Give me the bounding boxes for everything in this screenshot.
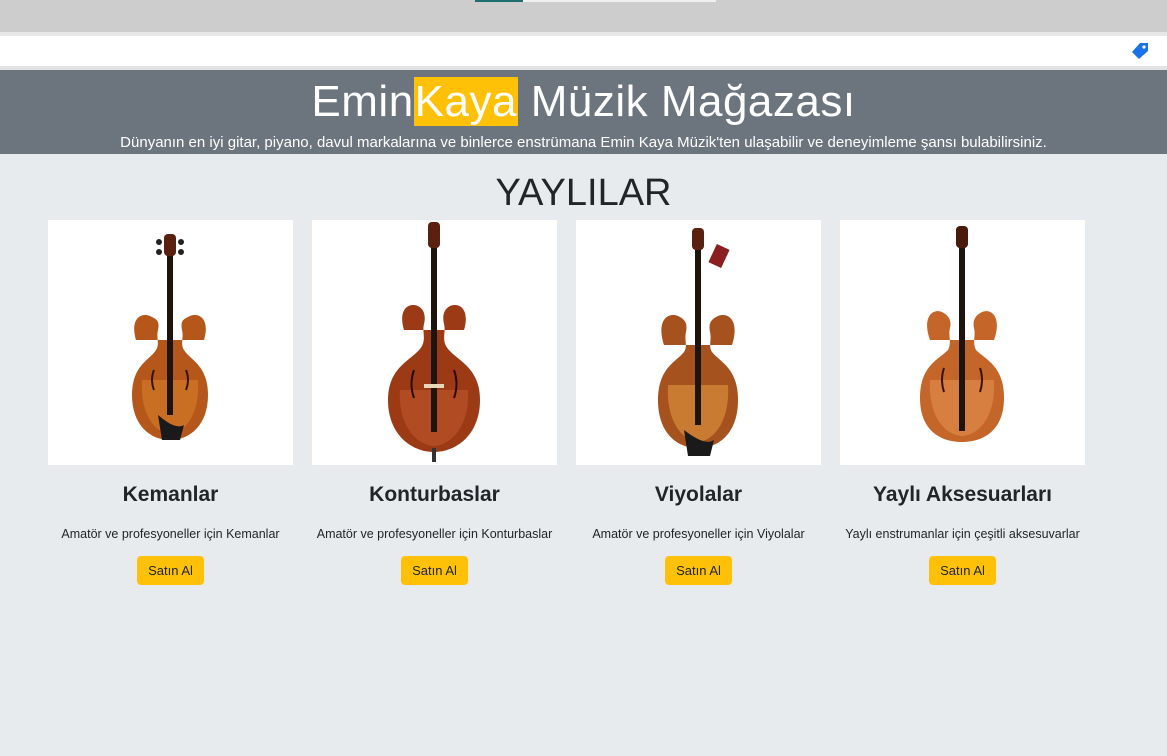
- product-card-yayli-aksesuarlari: Yaylı Aksesuarları Yaylı enstrumanlar iç…: [840, 220, 1085, 585]
- buy-button-viyolalar[interactable]: Satın Al: [665, 556, 732, 585]
- product-card-konturbaslar: Konturbaslar Amatör ve profesyoneller iç…: [312, 220, 557, 585]
- title-part-emin: Emin: [311, 77, 414, 126]
- tag-icon[interactable]: [1131, 42, 1149, 60]
- card-description: Amatör ve profesyoneller için Viyolalar: [592, 527, 805, 541]
- card-title: Yaylı Aksesuarları: [872, 483, 1052, 506]
- violin-image[interactable]: [48, 220, 293, 465]
- product-card-kemanlar: Kemanlar Amatör ve profesyoneller için K…: [48, 220, 293, 585]
- card-description: Amatör ve profesyoneller için Konturbasl…: [316, 527, 553, 541]
- site-subtitle: Dünyanın en iyi gitar, piyano, davul mar…: [120, 134, 1047, 151]
- buy-button-yayli-aksesuarlari[interactable]: Satın Al: [929, 556, 996, 585]
- browser-top-bar: [0, 0, 1167, 32]
- hero-banner: EminKaya Müzik Mağazası Dünyanın en iyi …: [0, 70, 1167, 154]
- card-description: Amatör ve profesyoneller için Kemanlar: [61, 527, 280, 541]
- section-title: YAYLILAR: [495, 172, 672, 214]
- card-title: Viyolalar: [654, 483, 743, 506]
- double-bass-image[interactable]: [312, 220, 557, 465]
- card-title: Konturbaslar: [369, 483, 500, 506]
- cello-image[interactable]: [840, 220, 1085, 465]
- card-description: Yaylı enstrumanlar için çeşitli aksesuva…: [845, 527, 1080, 541]
- viola-image[interactable]: [576, 220, 821, 465]
- product-card-viyolalar: Viyolalar Amatör ve profesyoneller için …: [576, 220, 821, 585]
- address-bar: [0, 36, 1167, 70]
- title-part-rest: Müzik Mağazası: [517, 77, 856, 126]
- tab-strip: [523, 0, 716, 2]
- buy-button-kemanlar[interactable]: Satın Al: [137, 556, 204, 585]
- title-highlight-kaya: Kaya: [413, 77, 518, 126]
- card-title: Kemanlar: [122, 483, 219, 506]
- active-tab-indicator: [475, 0, 523, 2]
- buy-button-konturbaslar[interactable]: Satın Al: [401, 556, 468, 585]
- site-title: EminKaya Müzik Mağazası: [0, 76, 1167, 128]
